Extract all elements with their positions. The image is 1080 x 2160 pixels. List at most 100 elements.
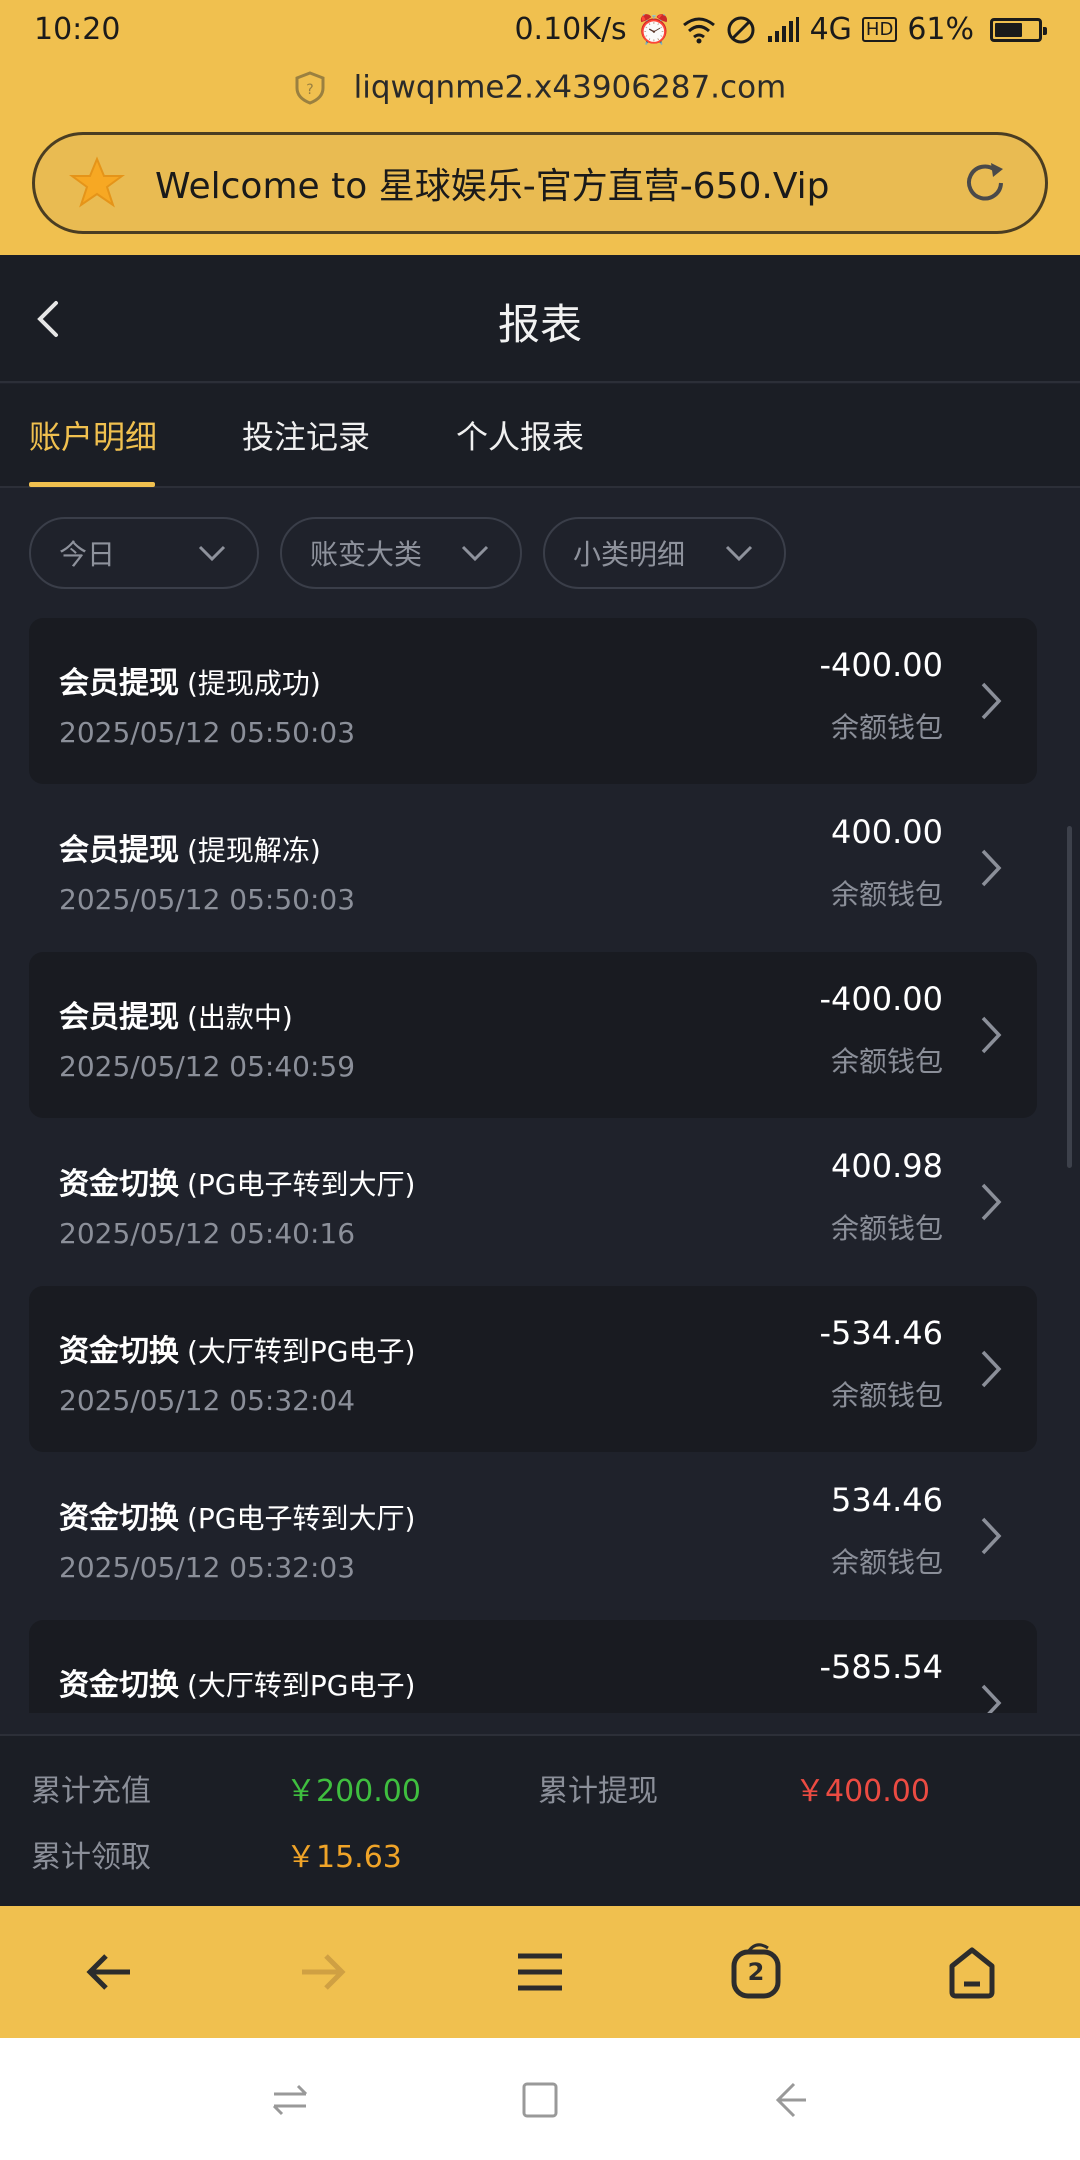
- record-amount: -400.00: [819, 980, 943, 1018]
- wifi-icon: [682, 17, 715, 43]
- record-subtitle: (PG电子转到大厅): [187, 1168, 416, 1201]
- chevron-down-icon: [461, 545, 489, 562]
- svg-text:?: ?: [306, 82, 313, 98]
- summary-panel: 累计充值 ￥200.00 累计提现 ￥400.00 累计领取 ￥15.63: [0, 1734, 1080, 1906]
- list-item[interactable]: 会员提现 (提现成功) 2025/05/12 05:50:03 -400.00 余…: [29, 618, 1037, 784]
- filter-date[interactable]: 今日: [29, 517, 259, 589]
- filter-subcategory[interactable]: 小类明细: [543, 517, 786, 589]
- withdraw-value: ￥400.00: [795, 1774, 930, 1809]
- record-title: 会员提现: [59, 833, 179, 868]
- chevron-right-icon: [981, 1684, 1002, 1713]
- record-amount: -400.00: [819, 646, 943, 684]
- record-title: 会员提现: [59, 1000, 179, 1035]
- tabs-button[interactable]: 2: [726, 1942, 786, 2002]
- battery-icon: [990, 17, 1047, 42]
- browser-bottom-nav: 2: [0, 1906, 1080, 2038]
- network-type: 4G: [809, 12, 852, 47]
- record-amount: -534.46: [819, 1314, 943, 1352]
- record-date: 2025/05/12 05:40:16: [59, 1217, 356, 1250]
- record-title: 资金切换: [59, 1668, 179, 1703]
- welcome-banner[interactable]: Welcome to 星球娱乐-官方直营-650.Vip: [32, 132, 1048, 234]
- chevron-right-icon: [981, 1183, 1002, 1221]
- filter-row: 今日 账变大类 小类明细: [0, 490, 1080, 610]
- record-wallet: 余额钱包: [830, 1045, 943, 1078]
- filter-category-label: 账变大类: [310, 538, 423, 571]
- recharge-label: 累计充值: [31, 1774, 151, 1809]
- menu-icon[interactable]: [510, 1942, 570, 2002]
- tab-account-details[interactable]: 账户明细: [29, 412, 157, 458]
- record-amount: 534.46: [831, 1481, 943, 1519]
- battery-percent: 61%: [907, 12, 974, 47]
- active-tab-indicator: [29, 482, 155, 487]
- record-subtitle: (大厅转到PG电子): [187, 1669, 416, 1702]
- record-subtitle: (提现解冻): [187, 834, 321, 867]
- chevron-right-icon: [981, 1016, 1002, 1054]
- filter-subcategory-label: 小类明细: [573, 538, 686, 571]
- shield-icon: ?: [295, 70, 325, 105]
- record-wallet: 余额钱包: [830, 1212, 943, 1245]
- record-subtitle: (出款中): [187, 1001, 293, 1034]
- record-wallet: 余额钱包: [830, 878, 943, 911]
- claim-value: ￥15.63: [286, 1840, 402, 1875]
- list-item[interactable]: 资金切换 (PG电子转到大厅) 2025/05/12 05:40:16 400.9…: [29, 1119, 1037, 1285]
- record-date: 2025/05/12 05:32:03: [59, 1551, 356, 1584]
- net-speed: 0.10K/s: [514, 12, 627, 47]
- home-icon[interactable]: [942, 1942, 1002, 2002]
- chevron-down-icon: [725, 545, 753, 562]
- list-item[interactable]: 会员提现 (提现解冻) 2025/05/12 05:50:03 400.00 余额…: [29, 785, 1037, 951]
- record-list[interactable]: 会员提现 (提现成功) 2025/05/12 05:50:03 -400.00 余…: [0, 618, 1080, 1713]
- chevron-right-icon: [981, 1517, 1002, 1555]
- record-subtitle: (提现成功): [187, 667, 321, 700]
- record-wallet: 余额钱包: [830, 711, 943, 744]
- list-item[interactable]: 资金切换 (PG电子转到大厅) 2025/05/12 05:32:03 534.4…: [29, 1453, 1037, 1619]
- record-amount: 400.98: [831, 1147, 943, 1185]
- page-title: 报表: [497, 300, 582, 349]
- filter-date-label: 今日: [59, 538, 116, 571]
- list-item[interactable]: 资金切换 (大厅转到PG电子) 2025/05/12 05:32:04 -534.…: [29, 1286, 1037, 1452]
- url-bar[interactable]: ? liqwqnme2.x43906287.com: [0, 68, 1080, 116]
- back-chevron-icon[interactable]: [768, 2080, 812, 2120]
- url-text: liqwqnme2.x43906287.com: [353, 69, 787, 106]
- chevron-right-icon: [981, 849, 1002, 887]
- alarm-icon: ⏰: [636, 12, 672, 46]
- app-header: 报表: [0, 255, 1080, 383]
- status-icons: 0.10K/s ⏰ 4G HD 61%: [514, 12, 1047, 47]
- refresh-icon[interactable]: [959, 157, 1011, 209]
- record-subtitle: (PG电子转到大厅): [187, 1502, 416, 1535]
- record-date: 2025/05/12 05:32:04: [59, 1384, 356, 1417]
- chevron-right-icon: [981, 682, 1002, 720]
- forward-arrow-icon[interactable]: [292, 1942, 352, 2002]
- tab-count: 2: [747, 1958, 765, 1986]
- system-nav-bar: [0, 2038, 1080, 2160]
- tab-personal-report[interactable]: 个人报表: [456, 412, 584, 458]
- filter-category[interactable]: 账变大类: [280, 517, 522, 589]
- record-wallet: 余额钱包: [830, 1379, 943, 1412]
- back-arrow-icon[interactable]: [80, 1942, 140, 2002]
- record-title: 会员提现: [59, 666, 179, 701]
- chevron-down-icon: [198, 545, 226, 562]
- record-amount: 400.00: [831, 813, 943, 851]
- status-time: 10:20: [34, 12, 121, 47]
- list-item[interactable]: 资金切换 (大厅转到PG电子) -585.54: [29, 1620, 1037, 1713]
- recharge-value: ￥200.00: [286, 1774, 421, 1809]
- switch-apps-icon[interactable]: [268, 2080, 312, 2120]
- record-title: 资金切换: [59, 1167, 179, 1202]
- list-scrollbar[interactable]: [1067, 826, 1072, 1168]
- record-date: 2025/05/12 05:50:03: [59, 883, 356, 916]
- dnd-icon: [727, 16, 755, 43]
- tab-bar: 账户明细 投注记录 个人报表: [0, 384, 1080, 488]
- record-subtitle: (大厅转到PG电子): [187, 1335, 416, 1368]
- record-date: 2025/05/12 05:40:59: [59, 1050, 356, 1083]
- withdraw-label: 累计提现: [538, 1774, 658, 1809]
- hd-badge: HD: [861, 17, 898, 42]
- tab-bet-records[interactable]: 投注记录: [242, 412, 370, 458]
- welcome-text: Welcome to 星球娱乐-官方直营-650.Vip: [155, 166, 830, 207]
- star-icon: [69, 156, 125, 208]
- signal-icon: [767, 16, 799, 42]
- home-square-icon[interactable]: [518, 2080, 562, 2120]
- chevron-right-icon: [981, 1350, 1002, 1388]
- list-item[interactable]: 会员提现 (出款中) 2025/05/12 05:40:59 -400.00 余额…: [29, 952, 1037, 1118]
- claim-label: 累计领取: [31, 1840, 151, 1875]
- record-wallet: 余额钱包: [830, 1546, 943, 1579]
- record-amount: -585.54: [819, 1648, 943, 1686]
